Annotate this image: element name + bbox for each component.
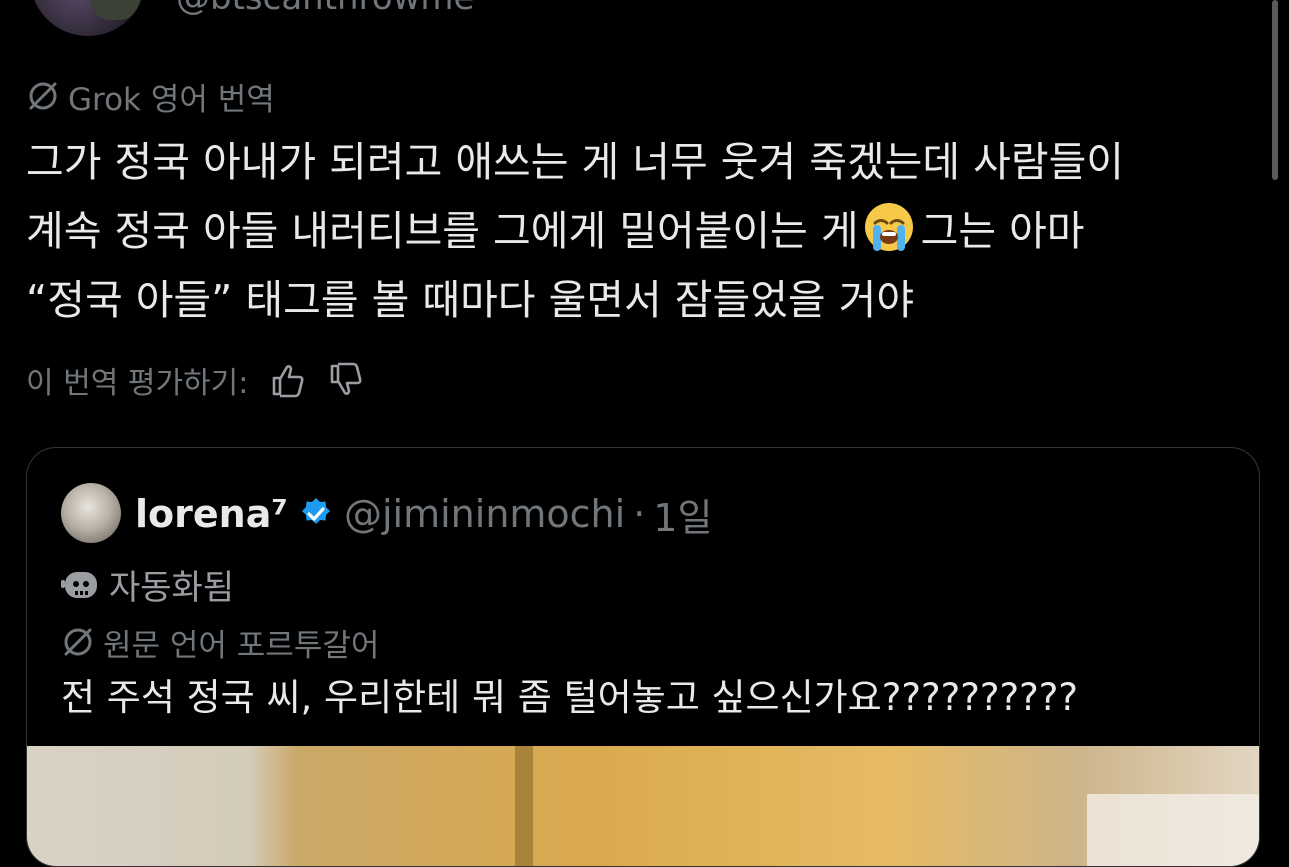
tweet-line-2: 계속 정국 아들 내러티브를 그에게 밀어붙이는 게 그는 아마: [26, 197, 1256, 266]
tweet-line-2-tail: 그는 아마: [920, 207, 1085, 255]
quoted-tweet-text: 전 주석 정국 씨, 우리한테 뭐 좀 털어놓고 싶으신가요??????????: [61, 676, 1079, 719]
top-user-avatar[interactable]: [30, 0, 146, 36]
quoted-user-handle[interactable]: @jimininmochi: [344, 492, 625, 536]
loudly-crying-face-icon: [863, 201, 915, 253]
quoted-user-name[interactable]: lorena⁷: [135, 492, 288, 536]
media-shelf-detail: [1087, 794, 1259, 866]
source-language-label: 원문 언어 포르투갈어: [103, 627, 380, 664]
automated-label: 자동화됨: [109, 567, 235, 608]
media-door-detail: [515, 746, 533, 866]
rate-translation-row: 이 번역 평가하기:: [26, 358, 364, 402]
top-user-handle[interactable]: @btscanthrowme: [176, 0, 474, 18]
translation-label-row: Grok 영어 번역: [26, 74, 275, 118]
translation-label: Grok 영어 번역: [68, 81, 275, 118]
verified-badge-icon: [298, 496, 334, 532]
bot-icon: [61, 564, 101, 604]
tweet-text: 그가 정국 아내가 되려고 애쓰는 게 너무 웃겨 죽겠는데 사람들이 계속 정…: [26, 128, 1256, 335]
quoted-tweet-time[interactable]: 1일: [653, 487, 712, 542]
quoted-tweet-card[interactable]: lorena⁷ @jimininmochi · 1일 자동화됨 원문 언어 포르…: [26, 447, 1260, 867]
automated-label-row: 자동화됨: [61, 560, 234, 608]
quoted-tweet-header: lorena⁷ @jimininmochi · 1일: [135, 486, 712, 542]
translate-slash-icon: [26, 79, 60, 113]
header-separator: ·: [633, 492, 646, 536]
quoted-tweet-media[interactable]: [27, 746, 1259, 866]
rate-translation-label: 이 번역 평가하기:: [26, 366, 249, 401]
scrollbar[interactable]: [1272, 0, 1278, 180]
source-language-row: 원문 언어 포르투갈어: [61, 620, 379, 664]
thumbs-down-icon[interactable]: [328, 362, 364, 398]
tweet-line-2-text: 계속 정국 아들 내러티브를 그에게 밀어붙이는 게: [26, 207, 859, 255]
tweet-line-1: 그가 정국 아내가 되려고 애쓰는 게 너무 웃겨 죽겠는데 사람들이: [26, 138, 1125, 186]
quoted-user-avatar[interactable]: [61, 483, 121, 543]
translate-slash-icon: [61, 625, 95, 659]
tweet-line-3: “정국 아들” 태그를 볼 때마다 울면서 잠들었을 거야: [26, 276, 915, 324]
thumbs-up-icon[interactable]: [270, 362, 306, 398]
